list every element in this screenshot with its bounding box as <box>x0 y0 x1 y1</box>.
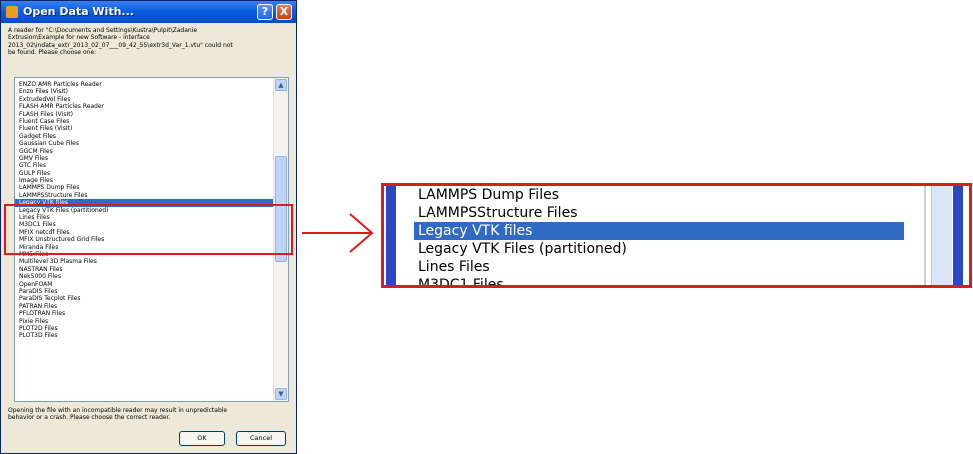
selection-highlight-box <box>4 204 293 255</box>
zoomed-reader-items: LAMMPS Dump Files LAMMPSStructure Files Le… <box>414 186 914 288</box>
message-line: A reader for "C:\Documents and Settings\… <box>8 27 198 34</box>
list-item[interactable]: GULP Files <box>15 170 273 177</box>
list-item[interactable]: Pixie Files <box>15 318 273 325</box>
list-item[interactable]: FLASH AMR Particles Reader <box>15 103 273 110</box>
right-arrow-icon <box>302 213 374 253</box>
warning-line: Opening the file with an incompatible re… <box>8 407 228 414</box>
list-item[interactable]: GTC Files <box>15 162 273 169</box>
zoomed-list-item: Lines Files <box>418 259 490 275</box>
message-line: 2013_02\indata_extr_2013_02_07___09_42_5… <box>8 41 233 49</box>
list-item[interactable]: ExtrudedVol Files <box>15 96 273 103</box>
list-item[interactable]: FLASH Files (VisIt) <box>15 111 273 118</box>
paraview-app-icon <box>6 6 18 18</box>
list-item[interactable]: NASTRAN Files <box>15 266 273 273</box>
zoom-scrollbar <box>931 186 952 285</box>
list-item[interactable]: OpenFOAM <box>15 281 273 288</box>
zoomed-list-item: LAMMPSStructure Files <box>418 205 578 221</box>
zoomed-list-item: LAMMPS Dump Files <box>418 187 559 203</box>
list-item[interactable]: ParaDIS Files <box>15 288 273 295</box>
list-item[interactable]: PATRAN Files <box>15 303 273 310</box>
zoom-left-border <box>386 186 396 285</box>
close-button[interactable]: X <box>276 4 292 20</box>
list-item[interactable]: Enzo Files (VisIt) <box>15 88 273 95</box>
list-item[interactable]: Gaussian Cube Files <box>15 140 273 147</box>
list-item[interactable]: PFLOTRAN Files <box>15 310 273 317</box>
zoomed-list-item: Legacy VTK Files (partitioned) <box>418 241 627 257</box>
zoomed-list-item: Legacy VTK files <box>414 222 904 240</box>
dialog-title: Open Data With... <box>23 5 134 18</box>
list-item[interactable]: Gadget Files <box>15 133 273 140</box>
list-item[interactable]: Multilevel 3D Plasma Files <box>15 258 273 265</box>
list-item[interactable]: Image Files <box>15 177 273 184</box>
help-button[interactable]: ? <box>257 4 273 20</box>
list-item[interactable]: Fluent Case Files <box>15 118 273 125</box>
list-item[interactable]: PLOT2D Files <box>15 325 273 332</box>
ok-button[interactable]: OK <box>179 431 225 446</box>
cancel-button[interactable]: Cancel <box>236 431 286 446</box>
message-line: be found. Please choose one: <box>8 49 97 57</box>
list-item[interactable]: Fluent Files (VisIt) <box>15 125 273 132</box>
list-item[interactable]: PLOT3D Files <box>15 332 273 339</box>
list-item[interactable]: GMV Files <box>15 155 273 162</box>
list-item[interactable]: GGCM Files <box>15 148 273 155</box>
scroll-up-arrow-icon[interactable]: ▲ <box>275 79 287 91</box>
missing-reader-message: A reader for "C:\Documents and Settings\… <box>8 27 290 57</box>
message-line: Extrusion\Example for new Software - int… <box>8 34 150 42</box>
zoom-separator <box>924 186 926 285</box>
zoomed-list-item: M3DC1 Files <box>418 277 504 288</box>
warning-line: behavior or a crash. Please choose the c… <box>8 414 171 422</box>
list-item[interactable]: Nek5000 Files <box>15 273 273 280</box>
list-item[interactable]: LAMMPS Dump Files <box>15 184 273 191</box>
zoomed-list-panel: LAMMPS Dump Files LAMMPSStructure Files Le… <box>381 183 972 288</box>
warning-text: Opening the file with an incompatible re… <box>8 407 290 422</box>
list-item[interactable]: LAMMPSStructure Files <box>15 192 273 199</box>
zoom-right-border <box>953 186 963 285</box>
title-bar[interactable]: Open Data With... ? X <box>1 1 296 23</box>
list-item[interactable]: ENZO AMR Particles Reader <box>15 81 273 88</box>
list-item[interactable]: ParaDIS Tecplot Files <box>15 295 273 302</box>
scroll-down-arrow-icon[interactable]: ▼ <box>275 388 287 400</box>
